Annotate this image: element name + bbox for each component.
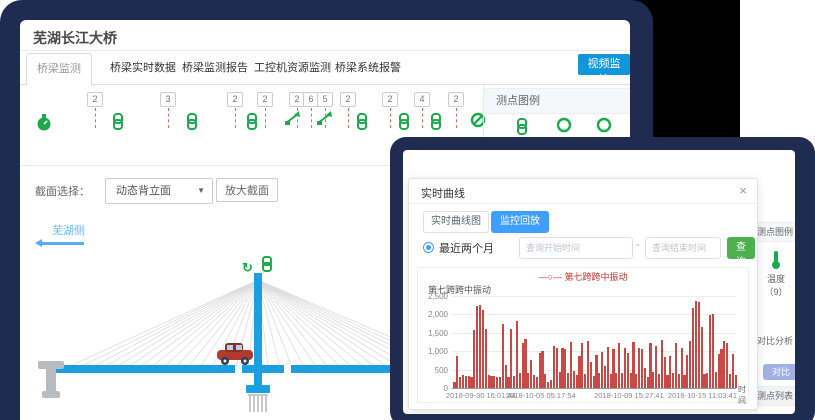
- chart-x-axis-title: 时间: [738, 384, 748, 406]
- sensor-dashed-line: [390, 108, 391, 128]
- x-tick-label: 2018-10-05 05:17:54: [506, 391, 576, 400]
- compare-analysis-button[interactable]: 对比分析: [763, 364, 795, 380]
- chain-sensor-icon: [263, 257, 271, 271]
- tower-foundation: [246, 385, 270, 412]
- point-list-section-header: 测点列表: [755, 386, 795, 406]
- screenshot-canvas: 芜湖长江大桥 桥梁监测桥梁实时数据桥梁监测报告工控机资源监测桥梁系统报警 视频监…: [0, 0, 815, 420]
- chain-sensor-icon[interactable]: [186, 112, 198, 135]
- y-tick-label: 2,000: [420, 310, 448, 319]
- overlay-window: 测点图例 温度 （9） 对比分析 对比分析 测点列表 实时曲线 × 实时曲线图监…: [403, 150, 795, 414]
- realtime-curve-modal: 实时曲线 × 实时曲线图监控回放 最近两个月 - 查询 —○— 第七跨跨中振动 …: [408, 178, 758, 410]
- sensor-count-badge: 2: [340, 92, 356, 107]
- sensor-dashed-line: [348, 108, 349, 128]
- chain-sensor-icon[interactable]: [430, 112, 442, 135]
- gridline: [452, 296, 736, 297]
- x-axis-line: [452, 388, 736, 389]
- query-end-time-input[interactable]: [645, 237, 721, 259]
- y-tick-label: 0: [420, 384, 448, 393]
- temperature-legend-item[interactable]: 温度 （9）: [759, 250, 793, 298]
- title-divider: [20, 50, 630, 51]
- sensor-dashed-line: [297, 108, 298, 128]
- arrow-sensor-icon[interactable]: [284, 110, 302, 131]
- main-tab-bar: 桥梁监测桥梁实时数据桥梁监测报告工控机资源监测桥梁系统报警: [20, 53, 630, 85]
- bridge-side-label: 芜湖侧: [52, 222, 85, 238]
- query-start-time-input[interactable]: [519, 237, 633, 259]
- compare-section-header: 对比分析: [755, 332, 795, 348]
- temperature-count: （9）: [759, 285, 793, 298]
- x-tick-label: 2018-10-09 15:27:41: [594, 391, 664, 400]
- sensor-dashed-line: [235, 108, 236, 128]
- sensor-count-badge: 2: [227, 92, 243, 107]
- chart-spike-bar: [735, 375, 737, 388]
- circle-sensor-icon: [556, 117, 572, 138]
- chevron-down-icon: ▼: [197, 179, 205, 203]
- modal-title: 实时曲线: [421, 185, 465, 201]
- sensor-dashed-line: [456, 108, 457, 128]
- legend-series-name: 第七跨跨中振动: [564, 272, 627, 282]
- bridge-pier: [38, 361, 64, 398]
- chart-legend[interactable]: —○— 第七跨跨中振动: [418, 270, 748, 283]
- temperature-label: 温度: [759, 272, 793, 285]
- sensor-dashed-line: [95, 108, 96, 128]
- sensor-dashed-line: [265, 108, 266, 128]
- sensor-dashed-line: [422, 108, 423, 128]
- y-tick-label: 500: [420, 366, 448, 375]
- y-tick-label: 1,500: [420, 329, 448, 338]
- tower-top-sensor-icons: ↻: [242, 257, 271, 275]
- sensor-dashed-line: [325, 108, 326, 128]
- video-monitor-button[interactable]: 视频监控: [578, 54, 630, 75]
- zoom-section-button[interactable]: 放大截面: [216, 178, 278, 202]
- chain-sensor-icon[interactable]: [246, 112, 258, 135]
- chain-sensor-icon[interactable]: [398, 112, 410, 135]
- thermometer-icon: [770, 250, 782, 270]
- sensor-count-badge: 3: [160, 92, 176, 107]
- circle-sensor-icon: [596, 117, 612, 138]
- car-on-bridge: [217, 343, 253, 365]
- close-icon[interactable]: ×: [739, 183, 747, 198]
- modal-tab-0[interactable]: 实时曲线图: [423, 211, 489, 233]
- x-tick-label: 2018-10-15 11:03:41: [668, 391, 737, 400]
- main-tab-4[interactable]: 桥梁系统报警: [325, 53, 411, 83]
- recent-two-months-label: 最近两个月: [439, 240, 494, 256]
- sensor-count-badge: 2: [87, 92, 103, 107]
- chain-sensor-icon[interactable]: [356, 112, 368, 135]
- modal-tab-1[interactable]: 监控回放: [491, 211, 549, 233]
- stopwatch-sensor-icon[interactable]: [36, 114, 52, 137]
- overlay-window-frame: 测点图例 温度 （9） 对比分析 对比分析 测点列表 实时曲线 × 实时曲线图监…: [390, 137, 815, 420]
- legend-panel-header: 测点图例: [755, 222, 795, 242]
- modal-header: 实时曲线 ×: [409, 179, 757, 204]
- sensor-dashed-line: [168, 108, 169, 128]
- sensor-dashed-line: [311, 108, 312, 128]
- y-tick-label: 2,500: [420, 292, 448, 301]
- sensor-count-badge: 5: [317, 92, 333, 107]
- recent-two-months-radio[interactable]: [423, 242, 434, 253]
- rotate-sensor-icon: ↻: [242, 260, 253, 275]
- legend-marker-icon: —○—: [539, 272, 562, 282]
- query-button[interactable]: 查询: [727, 237, 755, 259]
- y-tick-label: 1,000: [420, 347, 448, 356]
- section-select-label: 截面选择：: [35, 183, 90, 199]
- section-select-value: 动态背立面: [116, 185, 171, 197]
- section-select-dropdown[interactable]: 动态背立面 ▼: [105, 178, 213, 204]
- page-title: 芜湖长江大桥: [33, 28, 117, 48]
- chain-sensor-icon[interactable]: [112, 112, 124, 135]
- main-tab-0[interactable]: 桥梁监测: [26, 53, 92, 86]
- range-separator: -: [636, 240, 639, 251]
- vibration-chart: —○— 第七跨跨中振动 第七跨跨中振动 0 500 1,000 1,500 2,000 2…: [417, 267, 749, 403]
- sensor-count-badge: 4: [414, 92, 430, 107]
- sensor-count-badge: 2: [448, 92, 464, 107]
- legend-panel-header: 测点图例: [484, 88, 630, 114]
- sensor-count-badge: 2: [257, 92, 273, 107]
- sensor-count-badge: 2: [382, 92, 398, 107]
